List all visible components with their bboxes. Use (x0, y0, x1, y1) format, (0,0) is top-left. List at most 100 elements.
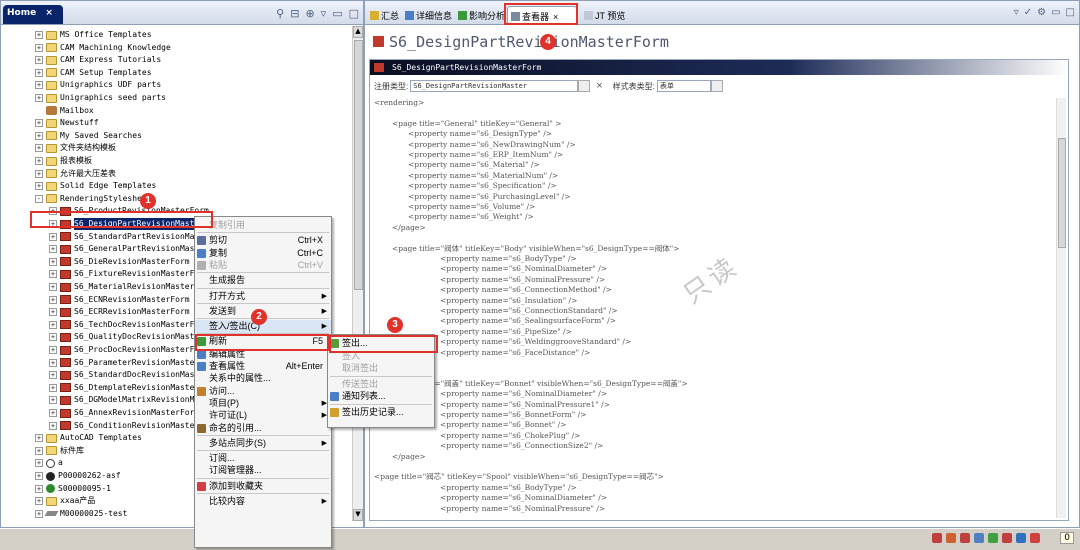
tree-item[interactable]: - RenderingStylesheet (35, 193, 152, 205)
tree-item[interactable]: + S6_ECRRevisionMasterForm (49, 306, 190, 318)
expand-toggle-icon[interactable]: + (35, 43, 43, 52)
expand-toggle-icon[interactable]: + (35, 157, 43, 165)
expand-toggle-icon[interactable]: + (49, 358, 57, 367)
expand-toggle-icon[interactable]: + (35, 182, 43, 191)
close-icon[interactable]: × (45, 8, 53, 18)
tree-item[interactable]: + Solid Edge Templates (35, 180, 156, 192)
status-icon[interactable] (960, 533, 970, 543)
status-icon[interactable] (932, 533, 942, 543)
expand-toggle-icon[interactable]: + (49, 257, 57, 266)
expand-toggle-icon[interactable]: + (49, 220, 57, 228)
menu-item[interactable]: 比较内容 ▶ (195, 495, 331, 508)
menu-item[interactable]: 复制 Ctrl+C (195, 247, 331, 260)
tab-jt[interactable]: JT 预览 (581, 6, 625, 25)
expand-toggle-icon[interactable]: + (49, 270, 57, 279)
menu-icon[interactable]: ▿ (321, 7, 327, 20)
status-icon[interactable] (974, 533, 984, 543)
tree-item[interactable]: + 文件夹结构模板 (35, 142, 116, 154)
tree-item[interactable]: + CAM Express Tutorials (35, 54, 161, 66)
tree-item[interactable]: + Unigraphics seed parts (35, 92, 166, 104)
menu-item[interactable]: 项目(P) ▶ (195, 397, 331, 410)
tree-item[interactable]: + S6_DieRevisionMasterForm (49, 256, 190, 268)
expand-toggle-icon[interactable]: + (49, 207, 57, 216)
menu-item[interactable]: 许可证(L) ▶ (195, 409, 331, 422)
expand-toggle-icon[interactable]: + (35, 446, 43, 455)
pin-icon[interactable]: ✓ (1024, 7, 1032, 18)
menu-item[interactable]: 编辑属性 (195, 348, 331, 361)
code-scrollbar[interactable] (1056, 98, 1066, 518)
clear-icon[interactable]: × (596, 80, 602, 92)
home-tab[interactable]: Home × (3, 5, 63, 24)
expand-toggle-icon[interactable]: + (49, 396, 57, 405)
menu-item[interactable]: 多站点同步(S) ▶ (195, 437, 331, 450)
menu-item[interactable]: 剪切 Ctrl+X (195, 234, 331, 247)
tree-item[interactable]: + S6_MaterialRevisionMasterForm (49, 281, 214, 293)
menu-item[interactable]: 命名的引用... (195, 422, 331, 435)
expand-toggle-icon[interactable]: + (35, 68, 43, 77)
expand-toggle-icon[interactable]: + (35, 169, 43, 178)
expand-toggle-icon[interactable]: + (49, 333, 57, 342)
tree-item[interactable]: + 报表模板 (35, 155, 92, 167)
expand-icon[interactable]: ⊕ (305, 7, 314, 20)
scroll-thumb[interactable] (1058, 138, 1066, 248)
search-icon[interactable]: ⚲ (276, 7, 284, 20)
maximize-icon[interactable]: □ (349, 7, 359, 20)
tree-item[interactable]: + S6_AnnexRevisionMasterForm (49, 407, 199, 419)
expand-toggle-icon[interactable]: + (35, 472, 43, 480)
expand-toggle-icon[interactable]: + (49, 232, 57, 241)
view-menu-icon[interactable]: ▿ (1014, 7, 1019, 18)
menu-item[interactable]: 订阅管理器... (195, 464, 331, 477)
menu-item[interactable]: 关系中的属性... (195, 372, 331, 385)
collapse-icon[interactable]: ⊟ (290, 7, 299, 20)
expand-toggle-icon[interactable]: + (49, 371, 57, 380)
menu-item[interactable]: 查看属性 Alt+Enter (195, 360, 331, 373)
status-icon[interactable] (1016, 533, 1026, 543)
tree-item[interactable]: + 标件库 (35, 445, 84, 457)
tree-item[interactable]: + P00000262-asf (35, 470, 121, 482)
tree-item[interactable]: + S6_ProductRevisionMasterForm (49, 205, 209, 217)
collapse-toggle-icon[interactable]: - (35, 194, 43, 203)
scroll-up-icon[interactable]: ▲ (353, 26, 363, 38)
expand-toggle-icon[interactable]: + (49, 383, 57, 392)
tab-details[interactable]: 详细信息 (402, 6, 454, 25)
menu-item[interactable]: 订阅... (195, 452, 331, 465)
stylesheet-type-dropdown[interactable] (710, 80, 723, 92)
maximize-icon[interactable]: □ (1066, 7, 1075, 18)
expand-toggle-icon[interactable]: + (35, 434, 43, 443)
expand-toggle-icon[interactable]: + (35, 81, 43, 90)
tree-item[interactable]: + CAM Setup Templates (35, 67, 152, 79)
menu-item[interactable]: 访问... (195, 385, 331, 398)
minimize-icon[interactable]: ▭ (1051, 7, 1060, 18)
menu-item[interactable]: 签出历史记录... (328, 406, 434, 419)
tree-item[interactable]: + xxaa产品 (35, 495, 95, 507)
expand-toggle-icon[interactable]: + (35, 119, 43, 128)
expand-toggle-icon[interactable]: + (49, 308, 57, 317)
stylesheet-code[interactable]: <rendering> <page title="General" titleKe… (374, 98, 1054, 518)
expand-toggle-icon[interactable]: + (35, 459, 43, 468)
status-icon[interactable] (1030, 533, 1040, 543)
expand-toggle-icon[interactable]: + (49, 245, 57, 254)
tree-item[interactable]: Mailbox (35, 105, 94, 117)
tree-item[interactable]: + S6_ECNRevisionMasterForm (49, 294, 190, 306)
expand-toggle-icon[interactable]: + (35, 56, 43, 65)
menu-item[interactable]: 签出... (328, 337, 434, 350)
expand-toggle-icon[interactable]: + (49, 283, 57, 291)
tree-item[interactable]: + S00000095-1 (35, 483, 111, 495)
tree-item[interactable]: + a (35, 457, 63, 469)
menu-item[interactable]: 添加到收藏夹 (195, 480, 331, 493)
menu-item[interactable]: 通知列表... (328, 390, 434, 403)
menu-item[interactable]: 打开方式 ▶ (195, 290, 331, 303)
tree-item[interactable]: + CAM Machining Knowledge (35, 42, 171, 54)
navigator-scrollbar[interactable]: ▲ ▼ (352, 26, 363, 521)
close-icon[interactable]: × (553, 12, 558, 22)
expand-toggle-icon[interactable]: + (49, 320, 57, 329)
status-count[interactable]: 0 (1060, 532, 1074, 544)
expand-toggle-icon[interactable]: + (49, 409, 57, 417)
status-icon[interactable] (1002, 533, 1012, 543)
expand-toggle-icon[interactable]: + (35, 144, 43, 153)
tree-item[interactable]: + Newstuff (35, 117, 99, 129)
expand-toggle-icon[interactable]: + (35, 497, 43, 506)
tree-item[interactable]: + 允许最大压差表 (35, 168, 116, 180)
minimize-icon[interactable]: ▭ (332, 7, 342, 20)
expand-toggle-icon[interactable]: + (49, 421, 57, 430)
